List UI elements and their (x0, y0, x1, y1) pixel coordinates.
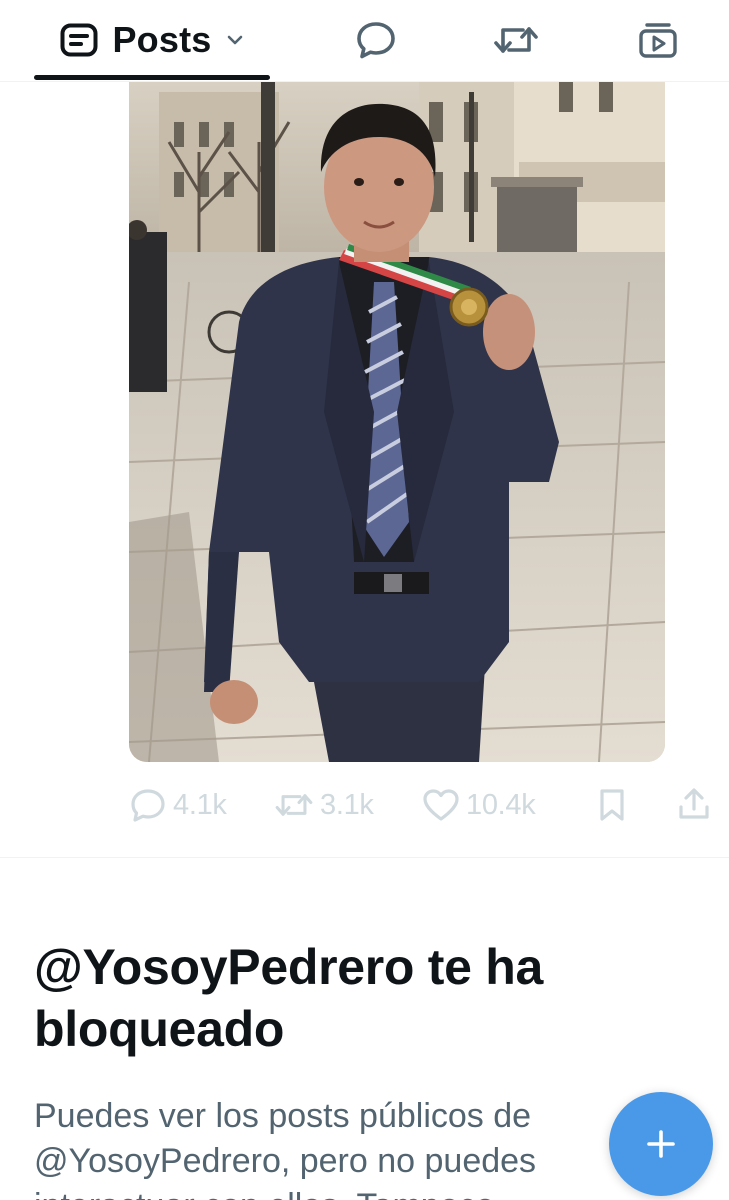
post-photo[interactable] (129, 82, 665, 762)
bookmark-icon (597, 787, 627, 823)
section-divider (0, 857, 729, 858)
tab-reposts[interactable] (480, 0, 552, 80)
post-action-bar: 4.1k 3.1k 10.4k (129, 780, 719, 830)
active-tab-indicator (34, 75, 270, 80)
chevron-down-icon (226, 34, 244, 46)
heart-icon (422, 788, 460, 822)
reply-count: 4.1k (173, 788, 227, 821)
repost-button[interactable]: 3.1k (274, 780, 374, 830)
posts-list-icon (60, 23, 98, 57)
share-button[interactable] (677, 780, 711, 830)
tab-posts-label: Posts (112, 19, 212, 60)
share-icon (677, 787, 711, 823)
compose-button[interactable] (609, 1092, 713, 1196)
tab-media[interactable] (622, 0, 694, 80)
speech-bubble-icon (355, 20, 397, 60)
plus-icon (643, 1126, 679, 1162)
blocked-notice-title: @YosoyPedrero te ha bloqueado (34, 939, 543, 1057)
media-play-icon (638, 21, 678, 59)
repost-count: 3.1k (320, 788, 374, 821)
tab-replies[interactable] (340, 0, 412, 80)
like-button[interactable]: 10.4k (422, 780, 536, 830)
profile-tab-bar: Posts (0, 0, 729, 82)
tab-posts[interactable]: Posts (34, 0, 270, 80)
blocked-notice-body: Puedes ver los posts públicos de @YosoyP… (34, 1097, 537, 1200)
reply-button[interactable]: 4.1k (129, 780, 227, 830)
like-count: 10.4k (466, 788, 536, 821)
repost-icon (274, 789, 314, 821)
reply-icon (129, 787, 167, 823)
repost-icon (493, 21, 539, 59)
photo-illustration (129, 82, 665, 762)
profile-timeline: Posts 4.1k 3.1k 10.4k @YosoyPedrero te h… (0, 0, 729, 1200)
bookmark-button[interactable] (597, 780, 627, 830)
